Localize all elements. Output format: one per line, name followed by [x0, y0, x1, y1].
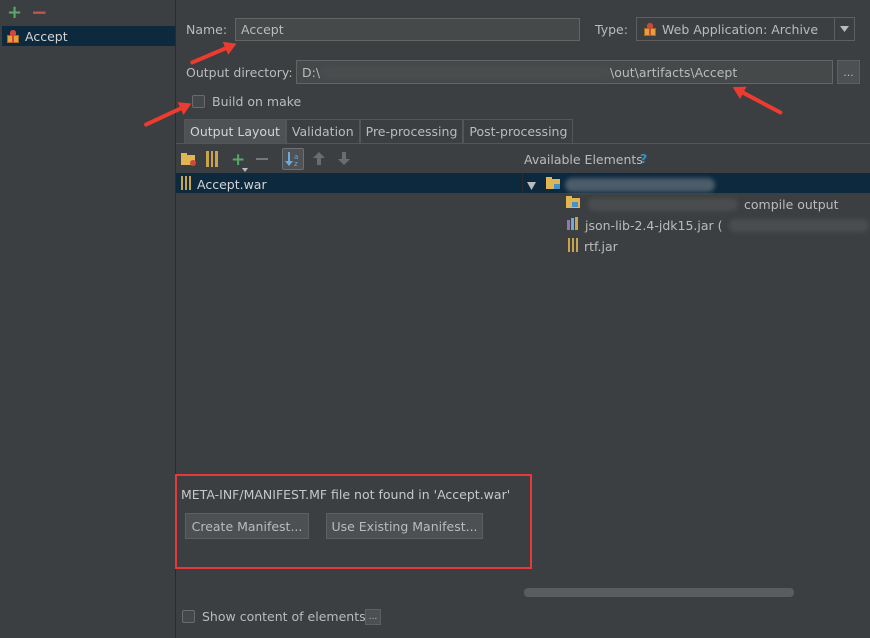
output-directory-input[interactable]: D:\ \out\artifacts\Accept [296, 60, 833, 84]
name-label: Name: [186, 22, 228, 37]
redacted-module-name [565, 178, 715, 192]
show-content-options-button[interactable]: ... [365, 609, 381, 625]
artifact-list-item[interactable]: Accept [2, 26, 175, 46]
use-existing-manifest-label: Use Existing Manifest... [331, 518, 478, 534]
tab-validation[interactable]: Validation [285, 119, 360, 143]
create-manifest-label: Create Manifest... [191, 518, 303, 534]
use-existing-manifest-button[interactable]: Use Existing Manifest... [326, 513, 483, 539]
remove-element-icon[interactable] [256, 158, 268, 160]
module-icon [546, 177, 562, 193]
remove-artifact-button[interactable]: − [31, 0, 48, 24]
move-up-icon[interactable] [313, 152, 325, 168]
build-on-make-checkbox[interactable] [192, 95, 205, 108]
available-item-rtf-jar[interactable]: rtf.jar [568, 238, 618, 255]
name-input[interactable]: Accept [235, 18, 580, 41]
build-on-make-label[interactable]: Build on make [212, 94, 301, 109]
output-dir-suffix: \out\artifacts\Accept [610, 65, 738, 80]
create-manifest-button[interactable]: Create Manifest... [185, 513, 309, 539]
type-value: Web Application: Archive [662, 21, 819, 37]
library-icon [567, 217, 580, 233]
tree-divider [522, 173, 523, 193]
show-content-checkbox[interactable] [182, 610, 195, 623]
move-down-icon[interactable] [338, 152, 350, 168]
available-item-compile-output[interactable]: compile output [566, 196, 838, 212]
annotation-arrow-output [737, 88, 784, 116]
tab-divider [176, 143, 870, 144]
gift-icon [6, 29, 20, 43]
jar-icon [568, 238, 578, 255]
jar-icon [181, 176, 191, 193]
type-label: Type: [595, 22, 628, 37]
output-tree-item[interactable]: Accept.war [181, 176, 267, 193]
show-content-label[interactable]: Show content of elements [202, 609, 366, 624]
artifacts-toolbar: + − [0, 0, 176, 26]
type-select[interactable]: Web Application: Archive [636, 17, 855, 41]
manifest-message: META-INF/MANIFEST.MF file not found in '… [181, 487, 511, 502]
annotation-arrow-name [189, 44, 232, 66]
name-value: Accept [241, 22, 284, 37]
artifact-label: Accept [25, 28, 68, 44]
chevron-down-icon[interactable] [834, 18, 854, 40]
horizontal-scrollbar[interactable] [524, 588, 794, 597]
new-directory-icon[interactable] [181, 152, 197, 169]
json-lib-label: json-lib-2.4-jdk15.jar ( [585, 217, 723, 233]
tab-output-layout[interactable]: Output Layout [184, 119, 286, 143]
layout-tabs: Output Layout Validation Pre-processing … [184, 119, 574, 143]
compile-output-label: compile output [744, 196, 839, 212]
help-icon[interactable]: ? [640, 151, 647, 166]
redacted-path [321, 66, 611, 79]
available-item-json-lib[interactable]: json-lib-2.4-jdk15.jar ( [567, 217, 869, 233]
browse-button[interactable]: ... [837, 60, 860, 84]
module-output-icon [566, 196, 582, 212]
output-dir-prefix: D:\ [302, 64, 321, 80]
redacted-library-path [728, 218, 869, 232]
archive-icon[interactable] [206, 151, 218, 170]
sort-elements-icon[interactable]: az [282, 148, 304, 170]
output-tree-label: Accept.war [197, 177, 267, 192]
gift-icon [643, 22, 657, 36]
redacted-output-name [588, 197, 738, 211]
add-artifact-button[interactable]: + [7, 2, 22, 23]
available-elements-title: Available Elements [524, 152, 643, 167]
svg-text:z: z [294, 160, 298, 168]
output-tree-selected-row [176, 173, 870, 193]
output-directory-label: Output directory: [186, 65, 293, 80]
tab-pre-processing[interactable]: Pre-processing [359, 119, 464, 143]
layout-toolbar: + az Available Elements ? [176, 146, 870, 172]
artifacts-panel [0, 0, 176, 638]
expand-arrow-icon[interactable] [527, 178, 536, 193]
rtf-jar-label: rtf.jar [584, 239, 618, 254]
tab-post-processing[interactable]: Post-processing [463, 119, 574, 143]
